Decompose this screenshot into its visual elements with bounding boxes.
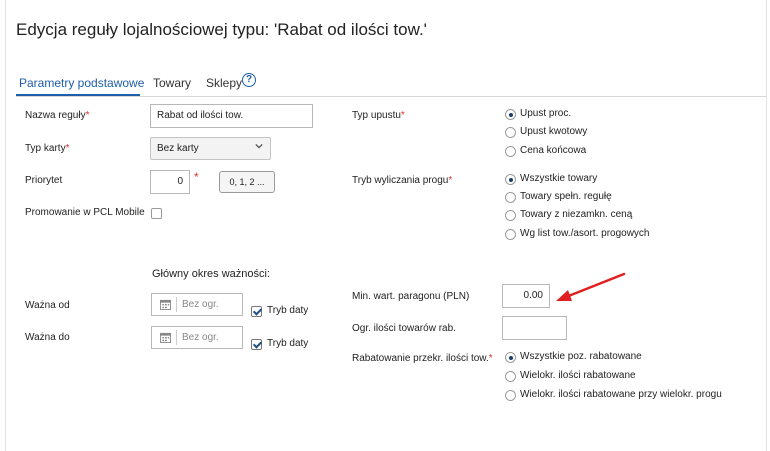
calendar-icon xyxy=(160,299,171,310)
radio-multiple-qty-threshold-label: Wielokr. ilości rabatowane przy wielokr.… xyxy=(520,389,722,400)
pcl-mobile-checkbox[interactable] xyxy=(151,208,162,219)
qty-limit-input[interactable] xyxy=(502,316,567,340)
page-title: Edycja reguły lojalnościowej typu: 'Raba… xyxy=(16,20,427,39)
date-mode-from-label: Tryb daty xyxy=(267,305,309,316)
rule-name-input[interactable]: Rabat od ilości tow. xyxy=(150,104,313,128)
date-mode-to-checkbox[interactable] xyxy=(251,339,262,350)
card-type-label: Typ karty* xyxy=(25,143,70,154)
question-circle-icon[interactable]: ? xyxy=(242,73,256,87)
date-mode-to-label: Tryb daty xyxy=(267,338,309,349)
radio-multiple-qty-rebated[interactable] xyxy=(505,371,516,382)
calendar-icon xyxy=(160,332,171,343)
tab-bar-divider xyxy=(16,96,766,97)
valid-to-placeholder: Bez ogr. xyxy=(182,332,219,343)
tab-stores[interactable]: Sklepy xyxy=(206,76,242,90)
annotation-arrow-icon xyxy=(556,272,626,301)
pcl-mobile-label: Promowanie w PCL Mobile xyxy=(25,207,145,218)
validity-heading: Główny okres ważności: xyxy=(152,268,270,280)
tab-products[interactable]: Towary xyxy=(153,76,191,90)
radio-all-products[interactable] xyxy=(505,174,516,185)
min-receipt-label: Min. wart. paragonu (PLN) xyxy=(352,291,470,302)
window-right-border xyxy=(766,0,767,451)
radio-matching-products[interactable] xyxy=(505,192,516,203)
rule-name-label: Nazwa reguły* xyxy=(25,110,90,121)
discount-type-label: Typ upustu* xyxy=(352,110,405,121)
radio-all-positions-rebated-label: Wszystkie poz. rabatowane xyxy=(520,351,642,362)
valid-from-label: Ważna od xyxy=(25,300,70,311)
window-left-border xyxy=(5,0,6,451)
valid-from-placeholder: Bez ogr. xyxy=(182,299,219,310)
radio-threshold-lists-label: Wg list tow./asort. progowych xyxy=(520,228,650,239)
radio-discount-amount[interactable] xyxy=(505,127,516,138)
radio-discount-amount-label: Upust kwotowy xyxy=(520,126,588,137)
date-field-separator xyxy=(176,330,177,345)
radio-all-products-label: Wszystkie towary xyxy=(520,173,598,184)
card-type-value: Bez karty xyxy=(157,143,199,154)
radio-unlocked-price-label: Towary z niezamkn. ceną xyxy=(520,209,633,220)
radio-unlocked-price[interactable] xyxy=(505,210,516,221)
card-type-select[interactable]: Bez karty xyxy=(150,137,271,160)
radio-final-price[interactable] xyxy=(505,146,516,157)
tab-bar: Parametry podstawowe Towary Sklepy ? xyxy=(16,72,770,97)
min-receipt-input[interactable]: 0.00 xyxy=(502,284,550,308)
priority-label: Priorytet xyxy=(25,175,63,186)
priority-required-star: * xyxy=(194,170,199,184)
radio-multiple-qty-rebated-label: Wielokr. ilości rabatowane xyxy=(520,370,636,381)
valid-to-date-field[interactable]: Bez ogr. xyxy=(151,326,243,349)
radio-threshold-lists[interactable] xyxy=(505,229,516,240)
tab-basic-params[interactable]: Parametry podstawowe xyxy=(19,76,144,90)
chevron-down-icon xyxy=(255,143,263,149)
radio-matching-products-label: Towary spełn. regułę xyxy=(520,191,612,202)
radio-multiple-qty-threshold[interactable] xyxy=(505,390,516,401)
radio-final-price-label: Cena końcowa xyxy=(520,145,587,156)
radio-discount-percent[interactable] xyxy=(505,109,516,120)
priority-list-button[interactable]: 0, 1, 2 ... xyxy=(219,171,275,193)
radio-discount-percent-label: Upust proc. xyxy=(520,108,572,119)
priority-input[interactable]: 0 xyxy=(150,170,190,194)
date-mode-from-checkbox[interactable] xyxy=(251,306,262,317)
valid-to-label: Ważna do xyxy=(25,332,70,343)
qty-limit-label: Ogr. ilości towarów rab. xyxy=(352,323,456,334)
radio-all-positions-rebated[interactable] xyxy=(505,352,516,363)
rebate-exceed-label: Rabatowanie przekr. ilości tow.* xyxy=(352,353,493,364)
date-field-separator xyxy=(176,297,177,312)
valid-from-date-field[interactable]: Bez ogr. xyxy=(151,293,243,316)
threshold-mode-label: Tryb wyliczania progu* xyxy=(352,175,453,186)
